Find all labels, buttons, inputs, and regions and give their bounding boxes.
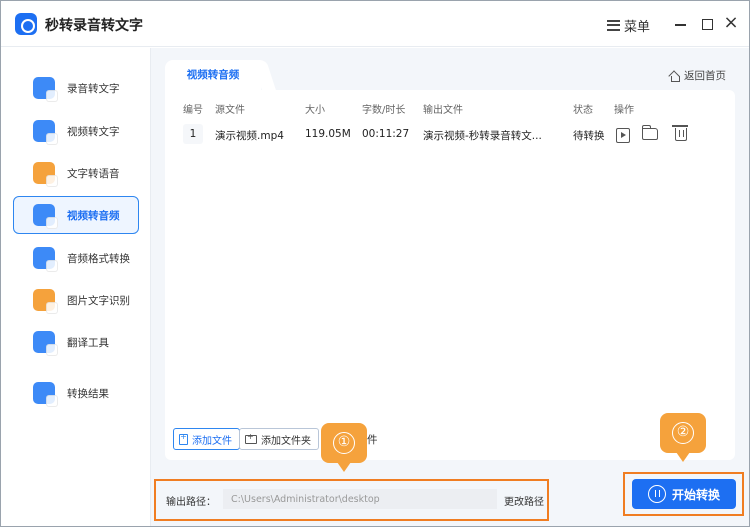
video-text-icon [33,120,58,145]
add-file-label: 添加文件 [192,435,232,447]
maximize-icon[interactable] [698,15,716,33]
table-row[interactable]: 1 演示视频.mp4 119.05M 00:11:27 演示视频-秒转录音转文.… [165,122,735,148]
column-header: 源文件 [215,105,245,116]
home-button[interactable]: 返回首页 [669,68,726,83]
sidebar-item-audio-format[interactable]: 音频格式转换 [13,239,139,277]
add-file-icon [179,432,188,445]
start-convert-highlight: 开始转换 [623,472,744,516]
sidebar-item-label: 转换结果 [67,387,109,400]
app-logo-icon [15,13,37,35]
add-folder-icon [245,432,257,444]
play-icon[interactable] [616,128,630,143]
output-file: 演示视频-秒转录音转文... [423,130,542,142]
output-path-label: 输出路径： [166,497,216,508]
column-header: 状态 [573,105,593,116]
sidebar-item-translate[interactable]: 翻译工具 [13,323,139,361]
app-window: 秒转录音转文字 菜单 × 录音转文字 视频转文字 文字转语音 视频转音频 音频格… [0,0,750,527]
column-header: 字数/时长 [362,105,406,116]
sidebar-item-audio-to-text[interactable]: 录音转文字 [13,69,139,107]
sidebar-item-label: 翻译工具 [67,336,109,349]
home-label: 返回首页 [684,70,726,82]
sidebar-item-label: 视频转文字 [67,125,120,138]
column-header: 编号 [183,105,203,116]
column-header: 操作 [614,105,634,116]
partial-text: 件 [367,434,378,446]
text-speech-icon [33,162,58,187]
translate-icon [33,331,58,356]
sidebar-item-label: 录音转文字 [67,82,120,95]
sidebar-item-video-to-audio[interactable]: 视频转音频 [13,196,139,234]
audio-format-icon [33,247,58,272]
app-title: 秒转录音转文字 [45,18,143,34]
sidebar-item-label: 音频格式转换 [67,252,130,265]
close-icon[interactable]: × [722,14,740,33]
callout-marker-2: ② [660,413,706,462]
sidebar-item-image-ocr[interactable]: 图片文字识别 [13,281,139,319]
row-number: 1 [183,124,203,144]
change-path-button[interactable]: 更改路径 [504,493,544,508]
file-duration: 00:11:27 [362,128,410,140]
home-icon [669,71,680,82]
menu-button[interactable]: 菜单 [607,15,650,35]
output-path-panel: 输出路径： 更改路径 [154,479,549,521]
add-file-button[interactable]: 添加文件 [173,428,240,450]
delete-icon[interactable] [672,125,688,141]
menu-icon [607,19,620,31]
title-bar: 秒转录音转文字 菜单 × [1,1,749,47]
results-icon [33,382,58,407]
add-folder-button[interactable]: 添加文件夹 [239,428,319,450]
output-path-input[interactable] [223,489,497,509]
sidebar-item-results[interactable]: 转换结果 [13,374,139,412]
source-file: 演示视频.mp4 [215,130,284,142]
start-convert-label: 开始转换 [671,487,720,502]
sidebar-item-label: 文字转语音 [67,167,120,180]
tab-video-to-audio[interactable]: 视频转音频 [165,60,261,90]
sidebar-item-label: 视频转音频 [67,209,120,222]
audio-wave-icon [647,485,666,503]
sidebar-item-video-to-text[interactable]: 视频转文字 [13,112,139,150]
open-folder-icon[interactable] [641,125,658,140]
start-convert-button[interactable]: 开始转换 [632,479,736,509]
callout-number: ② [672,422,694,444]
status-text: 待转换 [573,130,605,142]
callout-marker-1: ① [321,423,367,472]
menu-label: 菜单 [624,19,651,35]
column-header: 输出文件 [423,105,463,116]
main-panel: 视频转音频 返回首页 编号 源文件 大小 字数/时长 输出文件 状态 操作 1 … [151,48,749,526]
sidebar: 录音转文字 视频转文字 文字转语音 视频转音频 音频格式转换 图片文字识别 翻译… [1,48,151,526]
image-ocr-icon [33,289,58,314]
video-audio-icon [33,204,58,229]
minimize-icon[interactable] [672,15,690,33]
column-header: 大小 [305,105,325,116]
table-header: 编号 源文件 大小 字数/时长 输出文件 状态 操作 [165,98,735,118]
mic-text-icon [33,77,58,102]
file-list-card: 编号 源文件 大小 字数/时长 输出文件 状态 操作 1 演示视频.mp4 11… [165,90,735,460]
add-folder-label: 添加文件夹 [261,435,311,447]
callout-number: ① [333,432,355,454]
sidebar-item-text-to-speech[interactable]: 文字转语音 [13,154,139,192]
file-size: 119.05M [305,128,351,140]
sidebar-item-label: 图片文字识别 [67,294,130,307]
